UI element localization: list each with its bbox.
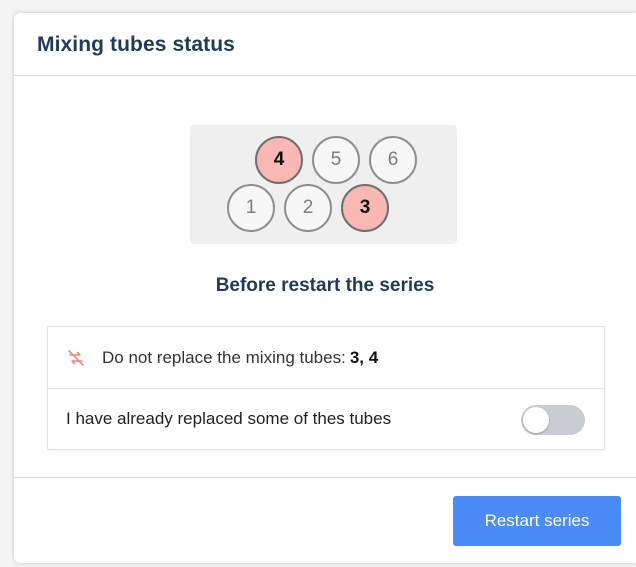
tube-info-card: Do not replace the mixing tubes: 3, 4 I h… xyxy=(47,326,605,450)
dialog-footer: Restart series xyxy=(14,477,636,563)
replaced-toggle-label: I have already replaced some of thes tub… xyxy=(66,409,392,428)
warning-tube-list: 3, 4 xyxy=(349,347,379,367)
tube-1: 1 xyxy=(227,184,275,232)
warning-row: Do not replace the mixing tubes: 3, 4 xyxy=(48,327,604,388)
warning-message: Do not replace the mixing tubes: xyxy=(102,347,346,367)
no-swap-icon xyxy=(68,349,84,366)
tube-rack: 4 5 6 1 2 3 xyxy=(190,125,457,244)
replaced-toggle-switch[interactable] xyxy=(521,405,585,435)
dialog-header: Mixing tubes status xyxy=(14,13,636,76)
tube-6: 6 xyxy=(369,136,417,184)
tube-4: 4 xyxy=(255,136,303,184)
warning-text: Do not replace the mixing tubes: 3, 4 xyxy=(102,348,378,368)
replaced-toggle-row: I have already replaced some of thes tub… xyxy=(48,388,604,449)
mixing-tubes-dialog: Mixing tubes status 4 5 6 1 2 3 Before r… xyxy=(14,13,636,563)
toggle-knob xyxy=(523,407,549,433)
tube-2: 2 xyxy=(284,184,332,232)
tube-3: 3 xyxy=(341,184,389,232)
dialog-title: Mixing tubes status xyxy=(37,33,235,56)
restart-series-button[interactable]: Restart series xyxy=(453,496,621,546)
series-subtitle: Before restart the series xyxy=(215,275,435,296)
tube-5: 5 xyxy=(312,136,360,184)
